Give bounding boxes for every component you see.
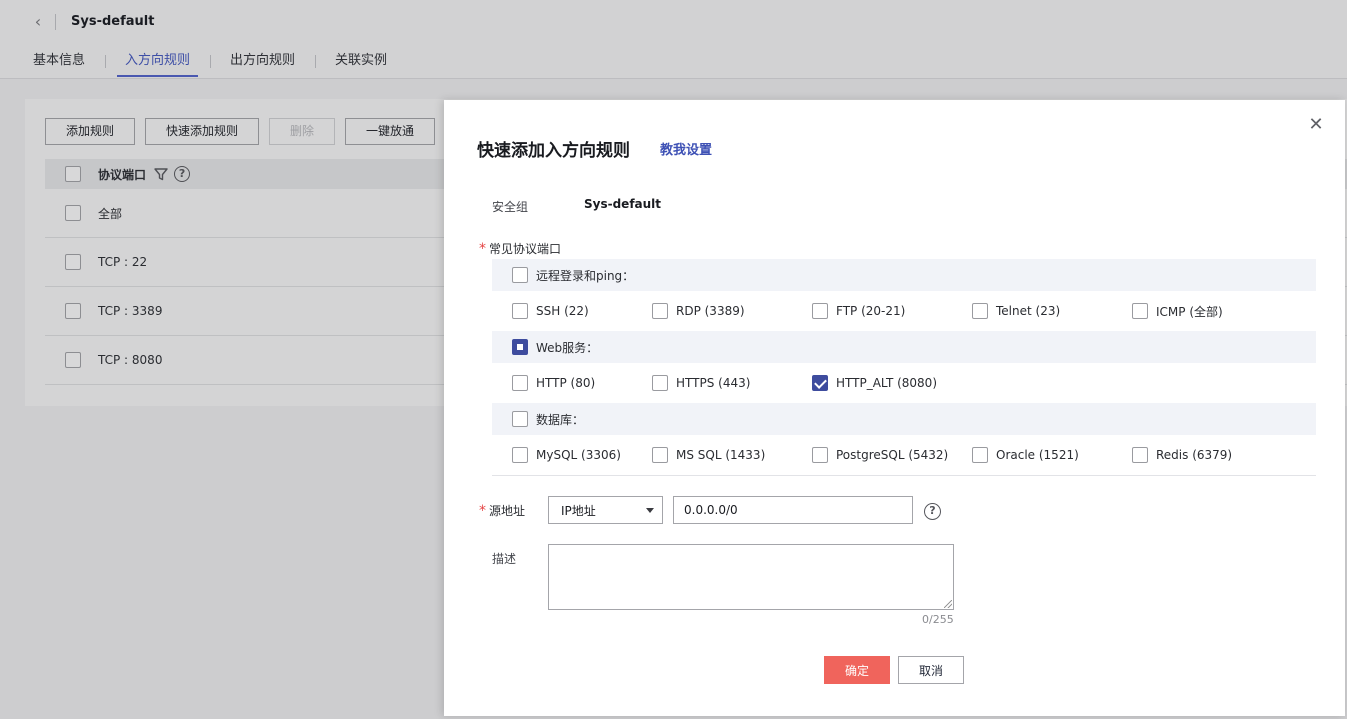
checkbox[interactable] bbox=[812, 447, 828, 463]
tab-basic-info[interactable]: 基本信息 bbox=[0, 50, 105, 79]
checkbox[interactable] bbox=[512, 375, 528, 391]
add-rule-button[interactable]: 添加规则 bbox=[45, 118, 136, 145]
column-header-protocol-port: 协议端口 bbox=[98, 167, 147, 182]
source-type-value: IP地址 bbox=[561, 503, 596, 518]
chevron-down-icon bbox=[646, 508, 654, 513]
divider bbox=[55, 14, 56, 30]
filter-icon[interactable] bbox=[154, 167, 168, 181]
group-label: Web服务： bbox=[536, 340, 599, 355]
description-textarea[interactable] bbox=[548, 544, 954, 610]
source-type-select[interactable]: IP地址 bbox=[548, 496, 663, 524]
checkbox[interactable] bbox=[512, 303, 528, 319]
table-cell: TCP : 3389 bbox=[98, 304, 163, 318]
table-cell: 全部 bbox=[98, 206, 123, 221]
port-option-http-alt[interactable]: HTTP_ALT (8080) bbox=[812, 375, 972, 391]
group-items-remote-login: SSH (22) RDP (3389) FTP (20-21) Telnet (… bbox=[492, 291, 1316, 331]
required-mark: * bbox=[479, 503, 486, 519]
port-option-https[interactable]: HTTPS (443) bbox=[652, 375, 812, 391]
close-icon[interactable]: ✕ bbox=[1307, 116, 1325, 134]
checkbox[interactable] bbox=[652, 303, 668, 319]
back-icon[interactable]: ‹ bbox=[28, 12, 48, 32]
group-label: 远程登录和ping： bbox=[536, 268, 635, 283]
tab-outbound-rules[interactable]: 出方向规则 bbox=[210, 50, 315, 79]
toolbar: 添加规则 快速添加规则 删除 一键放通 bbox=[45, 118, 436, 145]
port-option-ssh[interactable]: SSH (22) bbox=[492, 303, 652, 319]
page-header: ‹ Sys-default 基本信息 入方向规则 出方向规则 关联实例 bbox=[0, 0, 1347, 79]
port-option-oracle[interactable]: Oracle (1521) bbox=[972, 447, 1132, 463]
tab-associated-instances[interactable]: 关联实例 bbox=[315, 50, 407, 79]
help-link[interactable]: 教我设置 bbox=[660, 139, 712, 158]
checkbox[interactable] bbox=[812, 375, 828, 391]
ports-label: * 常见协议端口 bbox=[479, 241, 562, 257]
checkbox[interactable] bbox=[972, 303, 988, 319]
quick-add-rule-button[interactable]: 快速添加规则 bbox=[145, 118, 260, 145]
group-checkbox[interactable] bbox=[512, 339, 528, 355]
group-database[interactable]: 数据库： bbox=[492, 403, 1316, 435]
group-checkbox[interactable] bbox=[512, 267, 528, 283]
port-option-postgresql[interactable]: PostgreSQL (5432) bbox=[812, 447, 972, 463]
allow-all-button[interactable]: 一键放通 bbox=[345, 118, 436, 145]
quick-add-drawer: ✕ 快速添加入方向规则 教我设置 安全组 Sys-default * 常见协议端口… bbox=[444, 100, 1345, 716]
port-option-mysql[interactable]: MySQL (3306) bbox=[492, 447, 652, 463]
checkbox[interactable] bbox=[652, 447, 668, 463]
table-cell: TCP : 8080 bbox=[98, 353, 163, 367]
port-option-http[interactable]: HTTP (80) bbox=[492, 375, 652, 391]
checkbox[interactable] bbox=[972, 447, 988, 463]
confirm-button[interactable]: 确定 bbox=[824, 656, 890, 684]
source-address-label: * 源地址 bbox=[479, 503, 526, 519]
required-mark: * bbox=[479, 241, 486, 257]
table-cell: TCP : 22 bbox=[98, 255, 148, 269]
group-items-database: MySQL (3306) MS SQL (1433) PostgreSQL (5… bbox=[492, 435, 1316, 475]
group-web-services[interactable]: Web服务： bbox=[492, 331, 1316, 363]
checkbox[interactable] bbox=[512, 447, 528, 463]
group-items-web-services: HTTP (80) HTTPS (443) HTTP_ALT (8080) bbox=[492, 363, 1316, 403]
group-remote-login[interactable]: 远程登录和ping： bbox=[492, 259, 1316, 291]
checkbox[interactable] bbox=[652, 375, 668, 391]
delete-button[interactable]: 删除 bbox=[269, 118, 336, 145]
group-label: 数据库： bbox=[536, 412, 585, 427]
port-option-rdp[interactable]: RDP (3389) bbox=[652, 303, 812, 319]
drawer-title: 快速添加入方向规则 bbox=[477, 141, 630, 161]
character-counter: 0/255 bbox=[922, 613, 954, 626]
group-checkbox[interactable] bbox=[512, 411, 528, 427]
port-option-telnet[interactable]: Telnet (23) bbox=[972, 303, 1132, 319]
row-checkbox[interactable] bbox=[65, 254, 81, 270]
help-icon[interactable]: ? bbox=[924, 503, 941, 520]
security-group-label: 安全组 bbox=[492, 200, 529, 214]
source-address-input[interactable] bbox=[673, 496, 913, 524]
tab-bar: 基本信息 入方向规则 出方向规则 关联实例 bbox=[0, 50, 407, 79]
row-checkbox[interactable] bbox=[65, 205, 81, 221]
page-title: Sys-default bbox=[71, 14, 155, 29]
port-option-redis[interactable]: Redis (6379) bbox=[1132, 447, 1292, 463]
port-option-ftp[interactable]: FTP (20-21) bbox=[812, 303, 972, 319]
select-all-checkbox[interactable] bbox=[65, 166, 81, 182]
description-label: 描述 bbox=[492, 552, 517, 566]
checkbox[interactable] bbox=[812, 303, 828, 319]
row-checkbox[interactable] bbox=[65, 352, 81, 368]
tab-inbound-rules[interactable]: 入方向规则 bbox=[105, 50, 210, 79]
divider bbox=[492, 475, 1316, 476]
checkbox[interactable] bbox=[1132, 447, 1148, 463]
resize-handle-icon[interactable] bbox=[944, 600, 952, 608]
security-group-value: Sys-default bbox=[584, 197, 662, 211]
cancel-button[interactable]: 取消 bbox=[898, 656, 964, 684]
row-checkbox[interactable] bbox=[65, 303, 81, 319]
port-option-mssql[interactable]: MS SQL (1433) bbox=[652, 447, 812, 463]
port-option-icmp[interactable]: ICMP (全部) bbox=[1132, 303, 1292, 320]
help-icon[interactable]: ? bbox=[174, 166, 191, 182]
checkbox[interactable] bbox=[1132, 303, 1148, 319]
